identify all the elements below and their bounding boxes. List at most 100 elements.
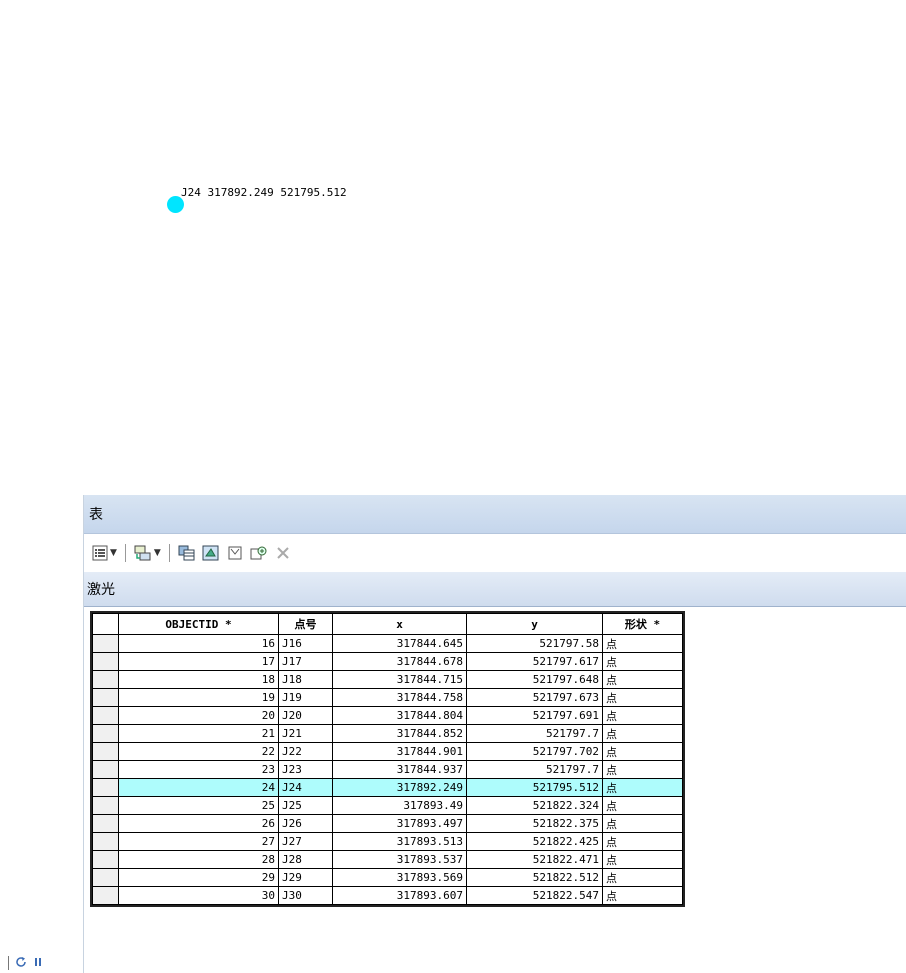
cell-objectid[interactable]: 21 bbox=[118, 724, 279, 743]
row-selector[interactable] bbox=[92, 670, 119, 689]
row-selector[interactable] bbox=[92, 778, 119, 797]
cell-shape[interactable]: 点 bbox=[602, 634, 683, 653]
cell-point-no[interactable]: J19 bbox=[278, 688, 333, 707]
table-row[interactable]: 17 J17 317844.678 521797.617 点 bbox=[92, 652, 683, 671]
table-row[interactable]: 23 J23 317844.937 521797.7 点 bbox=[92, 760, 683, 779]
delete-selected-icon[interactable] bbox=[274, 542, 292, 564]
switch-selection-icon[interactable] bbox=[202, 542, 220, 564]
cell-shape[interactable]: 点 bbox=[602, 706, 683, 725]
cell-point-no[interactable]: J20 bbox=[278, 706, 333, 725]
cell-shape[interactable]: 点 bbox=[602, 724, 683, 743]
cell-point-no[interactable]: J22 bbox=[278, 742, 333, 761]
cell-objectid[interactable]: 22 bbox=[118, 742, 279, 761]
table-row[interactable]: 19 J19 317844.758 521797.673 点 bbox=[92, 688, 683, 707]
cell-shape[interactable]: 点 bbox=[602, 850, 683, 869]
row-selector[interactable] bbox=[92, 868, 119, 887]
cell-y[interactable]: 521797.673 bbox=[466, 688, 603, 707]
cell-objectid[interactable]: 18 bbox=[118, 670, 279, 689]
cell-x[interactable]: 317892.249 bbox=[332, 778, 467, 797]
cell-objectid[interactable]: 20 bbox=[118, 706, 279, 725]
table-row[interactable]: 30 J30 317893.607 521822.547 点 bbox=[92, 886, 683, 905]
cell-point-no[interactable]: J28 bbox=[278, 850, 333, 869]
row-selector[interactable] bbox=[92, 760, 119, 779]
table-options-icon[interactable]: ▼ bbox=[92, 542, 117, 564]
cell-x[interactable]: 317844.852 bbox=[332, 724, 467, 743]
column-header-objectid[interactable]: OBJECTID * bbox=[118, 613, 279, 635]
row-selector[interactable] bbox=[92, 652, 119, 671]
table-row[interactable]: 21 J21 317844.852 521797.7 点 bbox=[92, 724, 683, 743]
window-titlebar[interactable]: 表 bbox=[84, 495, 906, 534]
table-row[interactable]: 25 J25 317893.49 521822.324 点 bbox=[92, 796, 683, 815]
cell-point-no[interactable]: J16 bbox=[278, 634, 333, 653]
cell-x[interactable]: 317893.569 bbox=[332, 868, 467, 887]
cell-y[interactable]: 521822.471 bbox=[466, 850, 603, 869]
cell-x[interactable]: 317893.513 bbox=[332, 832, 467, 851]
row-selector[interactable] bbox=[92, 814, 119, 833]
cell-shape[interactable]: 点 bbox=[602, 652, 683, 671]
cell-objectid[interactable]: 19 bbox=[118, 688, 279, 707]
cell-y[interactable]: 521822.512 bbox=[466, 868, 603, 887]
cell-point-no[interactable]: J17 bbox=[278, 652, 333, 671]
cell-point-no[interactable]: J24 bbox=[278, 778, 333, 797]
row-selector[interactable] bbox=[92, 688, 119, 707]
cell-point-no[interactable]: J30 bbox=[278, 886, 333, 905]
cell-shape[interactable]: 点 bbox=[602, 742, 683, 761]
cell-x[interactable]: 317844.937 bbox=[332, 760, 467, 779]
cell-objectid[interactable]: 25 bbox=[118, 796, 279, 815]
cell-y[interactable]: 521822.547 bbox=[466, 886, 603, 905]
cell-y[interactable]: 521797.58 bbox=[466, 634, 603, 653]
cell-shape[interactable]: 点 bbox=[602, 796, 683, 815]
zoom-to-selected-icon[interactable] bbox=[250, 542, 268, 564]
related-tables-icon[interactable]: ▼ bbox=[134, 542, 161, 564]
cell-objectid[interactable]: 23 bbox=[118, 760, 279, 779]
row-selector[interactable] bbox=[92, 724, 119, 743]
map-view[interactable]: J24 317892.249 521795.512 bbox=[0, 0, 906, 495]
cell-shape[interactable]: 点 bbox=[602, 688, 683, 707]
table-row[interactable]: 26 J26 317893.497 521822.375 点 bbox=[92, 814, 683, 833]
table-row[interactable]: 29 J29 317893.569 521822.512 点 bbox=[92, 868, 683, 887]
cell-y[interactable]: 521797.702 bbox=[466, 742, 603, 761]
row-selector[interactable] bbox=[92, 634, 119, 653]
row-selector[interactable] bbox=[92, 886, 119, 905]
table-row[interactable]: 22 J22 317844.901 521797.702 点 bbox=[92, 742, 683, 761]
cell-y[interactable]: 521822.324 bbox=[466, 796, 603, 815]
cell-objectid[interactable]: 24 bbox=[118, 778, 279, 797]
row-selector[interactable] bbox=[92, 706, 119, 725]
clear-selection-icon[interactable] bbox=[226, 542, 244, 564]
column-header-shape[interactable]: 形状 * bbox=[602, 613, 683, 635]
cell-shape[interactable]: 点 bbox=[602, 778, 683, 797]
cell-x[interactable]: 317893.537 bbox=[332, 850, 467, 869]
cell-objectid[interactable]: 30 bbox=[118, 886, 279, 905]
cell-objectid[interactable]: 28 bbox=[118, 850, 279, 869]
cell-point-no[interactable]: J25 bbox=[278, 796, 333, 815]
select-by-attributes-icon[interactable] bbox=[178, 542, 196, 564]
cell-point-no[interactable]: J18 bbox=[278, 670, 333, 689]
cell-shape[interactable]: 点 bbox=[602, 886, 683, 905]
cell-x[interactable]: 317893.607 bbox=[332, 886, 467, 905]
table-row[interactable]: 24 J24 317892.249 521795.512 点 bbox=[92, 778, 683, 797]
cell-x[interactable]: 317844.804 bbox=[332, 706, 467, 725]
cell-y[interactable]: 521797.617 bbox=[466, 652, 603, 671]
table-row[interactable]: 16 J16 317844.645 521797.58 点 bbox=[92, 634, 683, 653]
cell-point-no[interactable]: J23 bbox=[278, 760, 333, 779]
cell-x[interactable]: 317893.497 bbox=[332, 814, 467, 833]
cell-x[interactable]: 317844.715 bbox=[332, 670, 467, 689]
row-selector[interactable] bbox=[92, 832, 119, 851]
cell-y[interactable]: 521795.512 bbox=[466, 778, 603, 797]
column-header-y[interactable]: y bbox=[466, 613, 603, 635]
cell-objectid[interactable]: 29 bbox=[118, 868, 279, 887]
cell-y[interactable]: 521797.648 bbox=[466, 670, 603, 689]
row-selector-header[interactable] bbox=[92, 613, 119, 635]
pause-icon[interactable] bbox=[33, 956, 43, 970]
cell-objectid[interactable]: 26 bbox=[118, 814, 279, 833]
row-selector[interactable] bbox=[92, 796, 119, 815]
row-selector[interactable] bbox=[92, 850, 119, 869]
cell-x[interactable]: 317893.49 bbox=[332, 796, 467, 815]
cell-shape[interactable]: 点 bbox=[602, 868, 683, 887]
cell-y[interactable]: 521822.425 bbox=[466, 832, 603, 851]
cell-x[interactable]: 317844.645 bbox=[332, 634, 467, 653]
table-row[interactable]: 27 J27 317893.513 521822.425 点 bbox=[92, 832, 683, 851]
refresh-icon[interactable] bbox=[15, 956, 27, 971]
table-row[interactable]: 28 J28 317893.537 521822.471 点 bbox=[92, 850, 683, 869]
table-row[interactable]: 18 J18 317844.715 521797.648 点 bbox=[92, 670, 683, 689]
